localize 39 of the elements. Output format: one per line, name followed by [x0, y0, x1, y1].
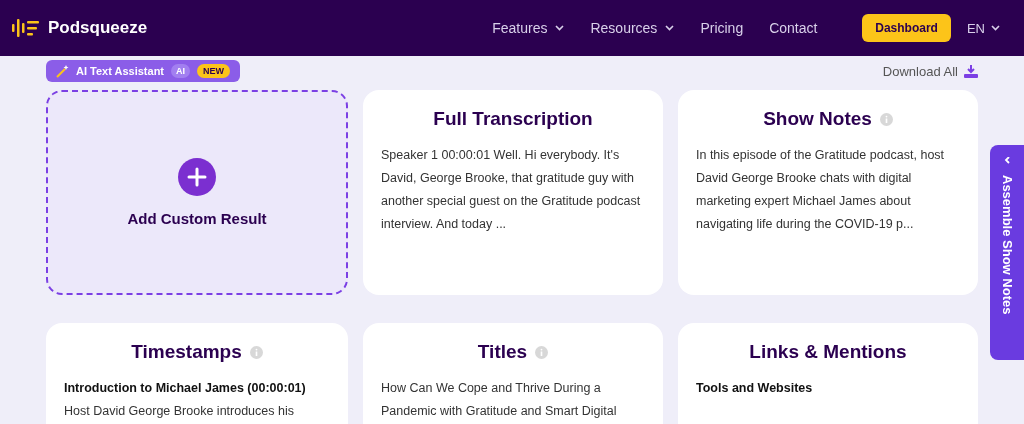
result-card[interactable]: Links & Mentions Tools and Websites: [678, 323, 978, 424]
chevron-down-icon: [665, 25, 675, 31]
result-card[interactable]: Full Transcription Speaker 1 00:00:01 Well. Hi everybody. It's David, George Brooke, that gratitude guy with another special guest on the Gratitude podcast interview. And today ...: [363, 90, 663, 295]
assemble-show-notes-tab[interactable]: Assemble Show Notes: [990, 145, 1024, 360]
result-card[interactable]: Timestamps Introduction to Michael James (00:00:01) Host David George Brooke introduces his: [46, 323, 348, 424]
result-card[interactable]: Show Notes In this episode of the Gratitude podcast, host David George Brooke chats with digital marketing expert Michael James about navigating life during the COVID-19 p...: [678, 90, 978, 295]
language-selector[interactable]: EN: [966, 20, 1000, 36]
chevron-left-icon: [1002, 157, 1012, 165]
card-title: Links & Mentions: [749, 341, 907, 363]
download-all-link[interactable]: Download All: [882, 63, 978, 79]
logo-icon: [12, 18, 40, 38]
card-title: Show Notes: [763, 108, 872, 130]
card-title: Timestamps: [131, 341, 242, 363]
info-icon[interactable]: [879, 112, 893, 126]
card-title: Full Transcription: [433, 108, 593, 130]
card-text: Tools and Websites: [696, 380, 814, 397]
info-icon[interactable]: [249, 345, 263, 359]
plus-icon: [178, 158, 216, 196]
ai-text-assistant-button[interactable]: AI Text Assistant AI NEW: [46, 60, 241, 82]
card-text: Host David George Brooke introduces his: [64, 403, 295, 420]
dashboard-button[interactable]: Dashboard: [862, 14, 951, 42]
card-text: Speaker 1 00:00:01 Well. Hi everybody. It's David, George Brooke, that gratitude guy with another special guest on the Gratitude podcast interview. And today ...: [381, 147, 642, 233]
card-text: In this episode of the Gratitude podcast, host David George Brooke chats with digital marketing expert Michael James about navigating life during the COVID-19 p...: [696, 147, 946, 233]
card-text: How Can We Cope and Thrive During a Pandemic with Gratitude and Smart Digital: [381, 380, 618, 420]
card-title: Titles: [477, 341, 528, 363]
chevron-down-icon: [555, 25, 565, 31]
nav-link[interactable]: Contact: [769, 20, 818, 36]
chevron-down-icon: [991, 25, 1000, 31]
nav-link[interactable]: Resources: [590, 20, 675, 36]
add-custom-result-card[interactable]: Add Custom Result: [46, 90, 348, 295]
nav-link[interactable]: Features: [492, 20, 565, 36]
result-card[interactable]: Titles How Can We Cope and Thrive During a Pandemic with Gratitude and Smart Digital: [363, 323, 663, 424]
card-text: Introduction to Michael James (00:00:01): [64, 380, 307, 397]
download-icon: [964, 64, 978, 78]
nav-link[interactable]: Pricing: [700, 20, 744, 36]
brand-name[interactable]: Podsqueeze: [48, 18, 148, 38]
add-custom-result-label: Add Custom Result: [127, 210, 267, 227]
info-icon[interactable]: [535, 345, 549, 359]
magic-wand-icon: [56, 64, 69, 78]
